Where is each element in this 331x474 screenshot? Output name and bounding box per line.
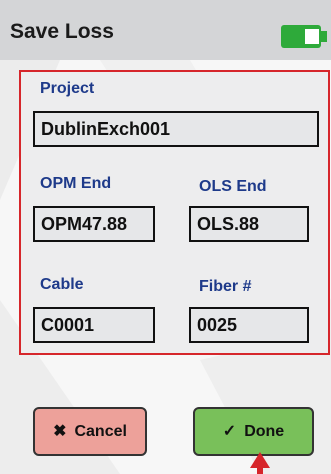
cancel-button-label: Cancel [74, 422, 127, 440]
ols-end-field[interactable]: OLS.88 [189, 206, 309, 242]
done-button[interactable]: ✓ Done [193, 407, 314, 456]
red-arrow-pointer-icon [250, 452, 270, 474]
cancel-button[interactable]: ✖ Cancel [33, 407, 147, 456]
battery-icon [281, 25, 327, 48]
page-title: Save Loss [10, 20, 114, 43]
opm-end-label: OPM End [40, 175, 112, 192]
cable-label: Cable [40, 276, 84, 293]
ols-end-label: OLS End [199, 178, 267, 195]
done-button-label: Done [244, 422, 285, 440]
fiber-field[interactable]: 0025 [189, 307, 309, 343]
header-bar: Save Loss [0, 0, 331, 60]
checkmark-icon: ✓ [222, 422, 237, 440]
opm-end-field[interactable]: OPM47.88 [33, 206, 155, 242]
cable-field[interactable]: C0001 [33, 307, 155, 343]
project-field[interactable]: DublinExch001 [33, 111, 319, 147]
fiber-label: Fiber # [199, 278, 252, 295]
x-icon: ✖ [53, 422, 67, 440]
project-label: Project [40, 80, 95, 97]
